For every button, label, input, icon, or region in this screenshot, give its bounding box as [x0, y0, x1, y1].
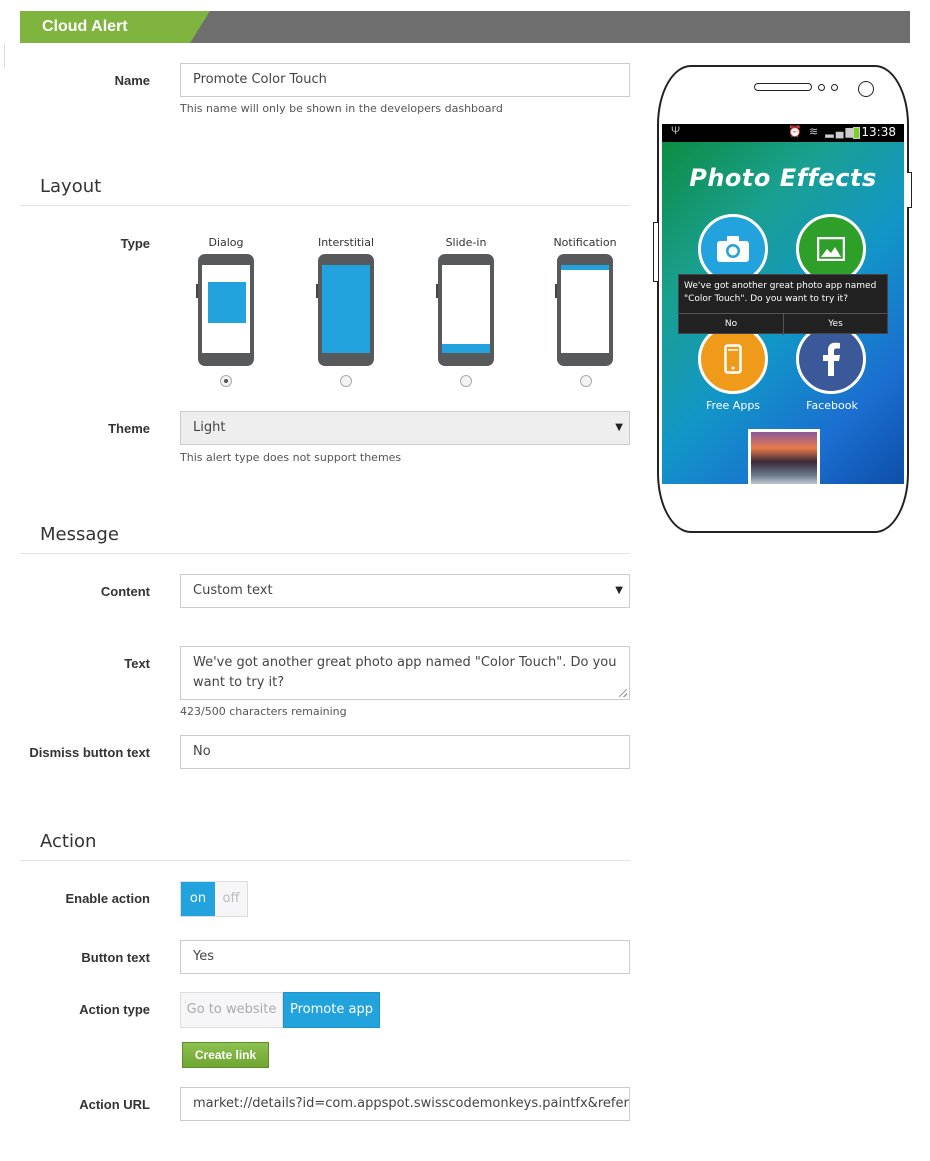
content-value: Custom text: [193, 583, 273, 598]
dialog-buttons: No Yes: [679, 313, 887, 335]
dismiss-label: Dismiss button text: [29, 745, 150, 760]
status-icons: ⏰ ≋ ▂▄▆: [788, 126, 856, 138]
free-apps-caption: Free Apps: [705, 399, 761, 412]
notification-phone-icon: [555, 254, 613, 366]
button-text-label: Button text: [81, 950, 150, 965]
speaker-icon: [754, 83, 812, 91]
sensor-icon: [831, 84, 838, 91]
dialog-phone-icon: [196, 254, 254, 366]
sensor-icon: [818, 84, 825, 91]
dismiss-input[interactable]: No: [180, 735, 630, 769]
text-textarea[interactable]: We've got another great photo app named …: [180, 646, 630, 700]
enable-action-label: Enable action: [65, 891, 150, 906]
facebook-icon: [823, 342, 840, 376]
create-link-button[interactable]: Create link: [182, 1042, 269, 1068]
type-label-slide-in: Slide-in: [445, 236, 487, 249]
front-camera-icon: [858, 81, 874, 97]
theme-value: Light: [193, 420, 226, 435]
action-type-label: Action type: [79, 1002, 150, 1017]
text-value: We've got another great photo app named …: [193, 655, 617, 690]
battery-icon: [853, 127, 860, 139]
usb-icon: Ψ: [671, 125, 681, 137]
resize-handle-icon[interactable]: [619, 689, 627, 697]
chevron-down-icon: ▼: [615, 422, 623, 433]
type-label-interstitial: Interstitial: [317, 236, 375, 249]
theme-select[interactable]: Light ▼: [180, 411, 630, 445]
type-label-notification: Notification: [553, 236, 617, 249]
type-label-dialog: Dialog: [208, 236, 244, 249]
text-label: Text: [124, 656, 150, 671]
enable-action-toggle[interactable]: on off: [180, 881, 248, 917]
phone-icon: [724, 344, 742, 374]
page-title: Cloud Alert: [42, 18, 128, 35]
type-option-notification[interactable]: Notification: [545, 236, 625, 366]
name-label: Name: [114, 73, 150, 88]
dialog-yes-button[interactable]: Yes: [783, 314, 887, 335]
power-button: [907, 172, 912, 208]
radio-slide-in[interactable]: [460, 375, 472, 387]
section-divider: [20, 553, 630, 554]
dialog-message: We've got another great photo app named …: [684, 281, 877, 304]
section-divider: [20, 205, 630, 206]
type-option-dialog[interactable]: Dialog: [186, 236, 266, 366]
content-select[interactable]: Custom text ▼: [180, 574, 630, 608]
layout-section-title: Layout: [40, 176, 102, 197]
radio-notification[interactable]: [580, 375, 592, 387]
preview-dialog: We've got another great photo app named …: [678, 274, 888, 335]
interstitial-phone-icon: [316, 254, 374, 366]
action-section-title: Action: [40, 831, 97, 852]
toggle-off[interactable]: off: [215, 882, 247, 916]
dialog-no-button[interactable]: No: [679, 314, 783, 335]
theme-help: This alert type does not support themes: [180, 451, 402, 464]
app-title: Photo Effects: [689, 164, 877, 192]
status-bar: Ψ ⏰ ≋ ▂▄▆ 13:38: [662, 124, 904, 142]
radio-dialog[interactable]: [220, 375, 232, 387]
facebook-caption: Facebook: [806, 399, 858, 412]
type-option-interstitial[interactable]: Interstitial: [306, 236, 386, 366]
gallery-icon: [817, 237, 845, 261]
action-type-website[interactable]: Go to website: [180, 992, 283, 1028]
preview-screen: Ψ ⏰ ≋ ▂▄▆ 13:38 Photo Effects Free Apps …: [662, 124, 904, 484]
action-type-promote-app[interactable]: Promote app: [283, 992, 380, 1028]
section-divider: [20, 860, 630, 861]
divider: [4, 43, 5, 68]
status-time: 13:38: [861, 125, 896, 139]
chevron-down-icon: ▼: [615, 585, 623, 596]
name-help: This name will only be shown in the deve…: [180, 102, 503, 115]
header-bar: Cloud Alert: [20, 11, 910, 43]
radio-interstitial[interactable]: [340, 375, 352, 387]
type-label: Type: [120, 236, 150, 251]
toggle-on[interactable]: on: [181, 882, 215, 916]
button-text-input[interactable]: Yes: [180, 940, 630, 974]
text-help: 423/500 characters remaining: [180, 705, 347, 718]
volume-button: [653, 222, 658, 282]
action-url-input[interactable]: market://details?id=com.appspot.swisscod…: [180, 1087, 630, 1121]
camera-icon: [717, 236, 749, 262]
theme-label: Theme: [108, 421, 150, 436]
action-url-label: Action URL: [79, 1097, 150, 1112]
slide-in-phone-icon: [436, 254, 494, 366]
photo-thumbnail: [748, 429, 820, 484]
type-option-slide-in[interactable]: Slide-in: [426, 236, 506, 366]
message-section-title: Message: [40, 524, 119, 545]
content-label: Content: [100, 584, 150, 599]
name-input[interactable]: Promote Color Touch: [180, 63, 630, 97]
